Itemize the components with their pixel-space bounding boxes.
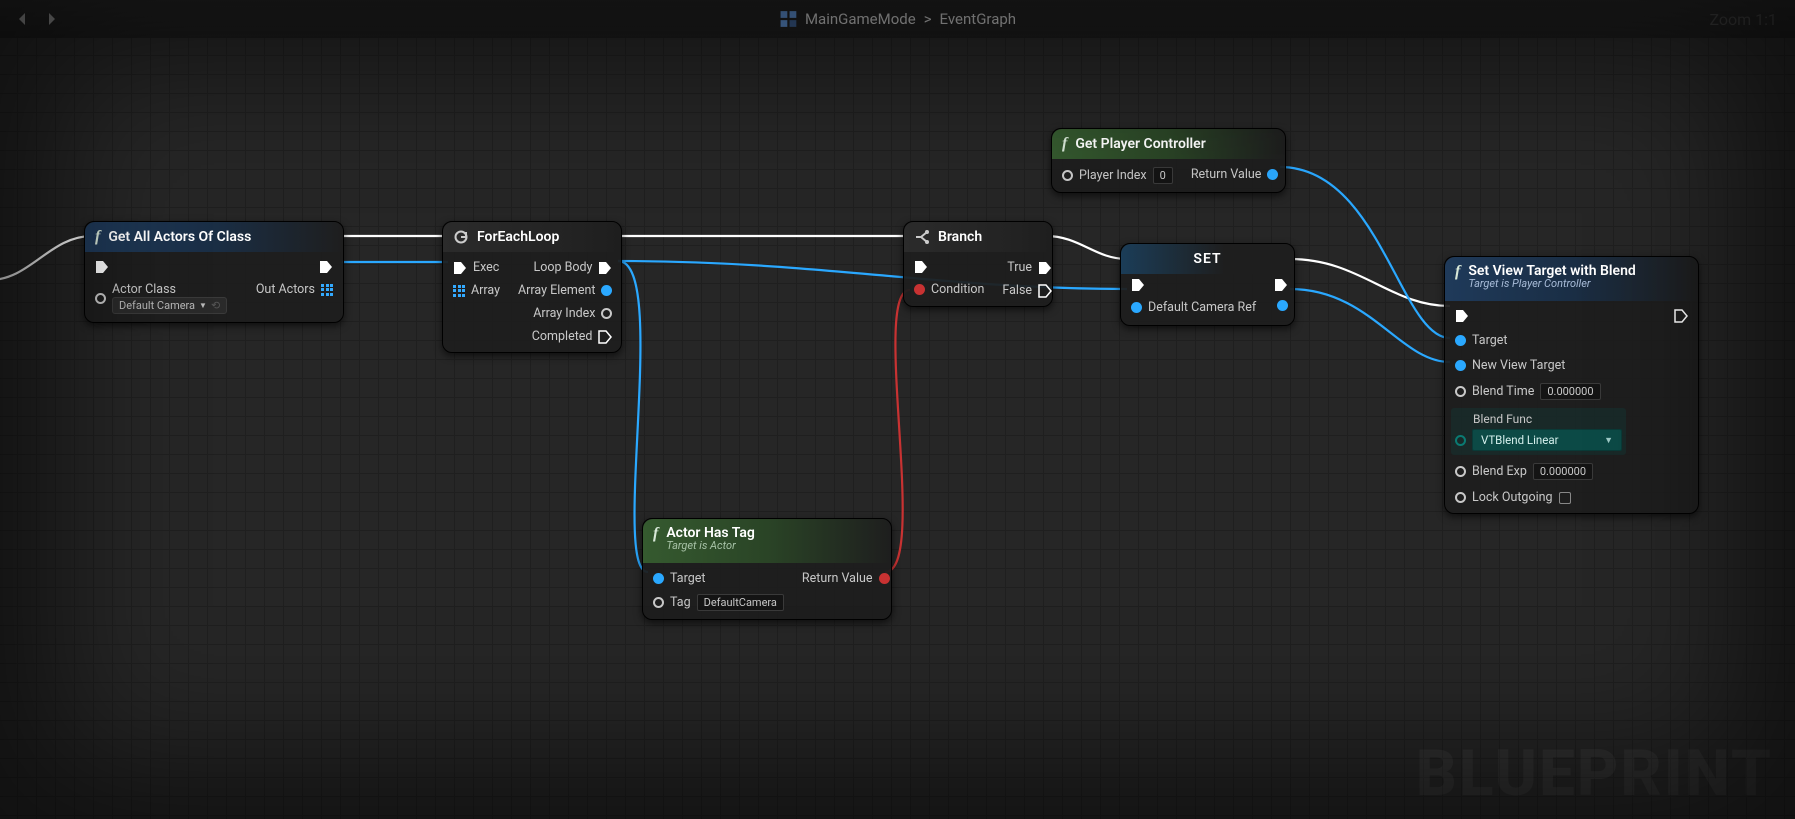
blend-func-dropdown[interactable]: VTBlend Linear ▼ — [1472, 429, 1622, 451]
node-title: Get All Actors Of Class — [108, 229, 251, 245]
function-icon: f — [1062, 135, 1067, 153]
node-get-player-controller[interactable]: f Get Player Controller Player Index 0 R… — [1051, 128, 1286, 193]
new-view-target-pin[interactable]: New View Target — [1455, 358, 1622, 373]
crumb-root[interactable]: MainGameMode — [805, 10, 916, 28]
target-pin[interactable]: Target — [1455, 333, 1622, 348]
node-title: SET — [1193, 251, 1221, 267]
node-set-variable[interactable]: SET Default Camera Ref — [1120, 243, 1295, 326]
lock-outgoing-pin[interactable]: Lock Outgoing — [1455, 490, 1622, 505]
blueprint-watermark: BLUEPRINT — [1416, 736, 1773, 811]
exec-in-pin[interactable] — [1455, 309, 1622, 323]
exec-in-pin[interactable] — [914, 260, 984, 274]
nav-back-button[interactable] — [14, 10, 32, 28]
node-title: Get Player Controller — [1075, 136, 1205, 152]
crumb-leaf[interactable]: EventGraph — [940, 10, 1017, 28]
chevron-down-icon: ▼ — [199, 301, 207, 310]
out-actors-pin[interactable]: Out Actors — [256, 282, 333, 297]
tag-pin[interactable]: Tag DefaultCamera — [653, 594, 784, 611]
macro-loop-icon — [453, 229, 469, 245]
return-value-pin[interactable]: Return Value — [802, 571, 890, 586]
player-index-pin[interactable]: Player Index 0 — [1062, 167, 1173, 184]
node-header[interactable]: SET — [1121, 244, 1294, 274]
array-element-pin[interactable]: Array Element — [518, 283, 612, 298]
blend-exp-input[interactable]: 0.000000 — [1533, 463, 1593, 480]
array-pin-icon — [321, 284, 333, 296]
exec-out-pin[interactable] — [1674, 309, 1688, 323]
node-set-view-target[interactable]: f Set View Target with Blend Target is P… — [1444, 256, 1699, 514]
loop-body-pin[interactable]: Loop Body — [533, 260, 612, 275]
return-value-pin[interactable]: Return Value — [1191, 167, 1279, 182]
node-header[interactable]: f Actor Has Tag Target is Actor — [643, 519, 891, 563]
blend-time-pin[interactable]: Blend Time 0.000000 — [1455, 383, 1622, 400]
condition-pin[interactable]: Condition — [914, 282, 984, 297]
target-pin[interactable]: Target — [653, 571, 784, 586]
true-pin[interactable]: True — [1007, 260, 1052, 275]
completed-pin[interactable]: Completed — [532, 329, 613, 344]
actor-class-pin[interactable]: Actor Class Default Camera ▼ ⟲ — [95, 282, 227, 314]
node-branch[interactable]: Branch Condition True False — [903, 221, 1053, 307]
node-title: Branch — [938, 229, 982, 245]
node-actor-has-tag[interactable]: f Actor Has Tag Target is Actor Target T… — [642, 518, 892, 620]
crumb-sep: > — [924, 10, 932, 28]
player-index-input[interactable]: 0 — [1153, 167, 1173, 184]
node-header[interactable]: f Get All Actors Of Class — [85, 222, 343, 252]
function-icon: f — [1455, 263, 1460, 281]
pin-label: Out Actors — [256, 282, 315, 297]
node-header[interactable]: ForEachLoop — [443, 222, 621, 252]
array-pin-icon — [453, 285, 465, 297]
exec-out-pin[interactable] — [1274, 278, 1288, 292]
value-in-pin[interactable]: Default Camera Ref — [1131, 300, 1256, 315]
blend-exp-pin[interactable]: Blend Exp 0.000000 — [1455, 463, 1622, 480]
array-in-pin[interactable]: Array — [453, 283, 500, 298]
node-subtitle: Target is Actor — [666, 539, 755, 552]
node-header[interactable]: f Set View Target with Blend Target is P… — [1445, 257, 1698, 301]
function-icon: f — [95, 228, 100, 246]
top-bar: MainGameMode > EventGraph Zoom 1:1 — [0, 0, 1795, 38]
nav-forward-button[interactable] — [42, 10, 60, 28]
node-title: ForEachLoop — [477, 229, 559, 245]
blend-time-input[interactable]: 0.000000 — [1540, 383, 1600, 400]
zoom-label: Zoom 1:1 — [1709, 10, 1777, 29]
blend-func-pin[interactable]: VTBlend Linear ▼ — [1455, 429, 1622, 451]
tag-input[interactable]: DefaultCamera — [697, 594, 784, 611]
function-icon: f — [653, 525, 658, 543]
array-index-pin[interactable]: Array Index — [533, 306, 612, 321]
node-header[interactable]: Branch — [904, 222, 1052, 252]
exec-in-pin[interactable] — [95, 260, 227, 274]
node-subtitle: Target is Player Controller — [1468, 277, 1635, 290]
breadcrumb[interactable]: MainGameMode > EventGraph — [779, 10, 1016, 28]
node-get-all-actors[interactable]: f Get All Actors Of Class Actor Class De… — [84, 221, 344, 323]
node-header[interactable]: f Get Player Controller — [1052, 129, 1285, 159]
node-foreach[interactable]: ForEachLoop Exec Array Loop Body Array E… — [442, 221, 622, 353]
blueprint-icon — [779, 10, 797, 28]
pin-label: Actor Class — [112, 282, 227, 297]
exec-out-pin[interactable] — [319, 260, 333, 274]
false-pin[interactable]: False — [1002, 283, 1052, 298]
value-out-pin[interactable] — [1277, 300, 1288, 311]
actor-class-dropdown[interactable]: Default Camera ▼ ⟲ — [112, 297, 227, 314]
branch-icon — [914, 229, 930, 245]
lock-outgoing-checkbox[interactable] — [1559, 492, 1571, 504]
blend-func-label: Blend Func — [1455, 412, 1622, 426]
chevron-down-icon: ▼ — [1604, 435, 1613, 446]
exec-in-pin[interactable] — [1131, 278, 1256, 292]
exec-in-pin[interactable]: Exec — [453, 260, 500, 275]
